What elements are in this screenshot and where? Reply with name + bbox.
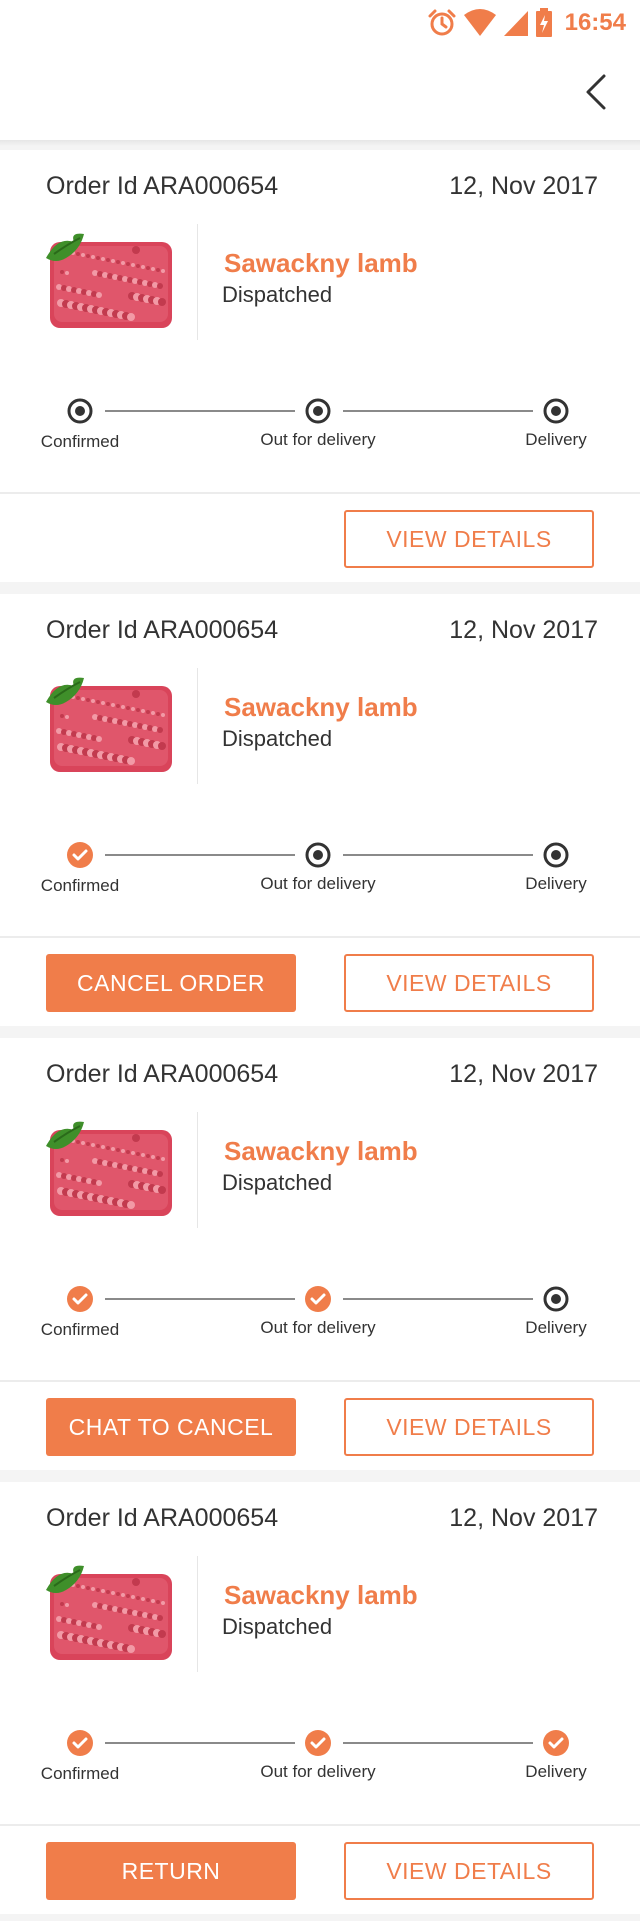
card-divider	[0, 1380, 640, 1382]
step-label: Out for delivery	[260, 1318, 376, 1337]
progress-line	[343, 854, 533, 856]
chat-to-cancel-button[interactable]: CHAT TO CANCEL	[46, 1398, 296, 1456]
step-label: Delivery	[525, 1318, 587, 1337]
product-thumbnail	[44, 672, 178, 778]
app-header	[0, 46, 640, 140]
minced-meat-image	[46, 233, 172, 328]
step-pending-icon	[543, 398, 569, 424]
order-id: Order Id ARA000654	[46, 616, 279, 644]
product-thumbnail	[44, 1116, 178, 1222]
progress-line	[343, 1742, 533, 1744]
minced-meat-image	[46, 677, 172, 772]
card-divider	[0, 1824, 640, 1826]
order-card: Order Id ARA000654 12, Nov 2017 Sawackny l…	[0, 150, 640, 582]
progress-line	[105, 410, 295, 412]
wifi-icon	[463, 9, 496, 36]
alarm-icon	[428, 9, 456, 36]
step-label: Confirmed	[40, 876, 120, 895]
order-date: 12, Nov 2017	[449, 172, 598, 200]
step-complete-icon	[67, 1286, 93, 1312]
progress-line	[105, 1298, 295, 1300]
step-complete-icon	[67, 1730, 93, 1756]
order-date: 12, Nov 2017	[449, 1060, 598, 1088]
order-date: 12, Nov 2017	[449, 616, 598, 644]
step-complete-icon	[305, 1286, 331, 1312]
step-label: Delivery	[525, 874, 587, 893]
product-name[interactable]: Sawackny lamb	[224, 1136, 418, 1167]
step-label: Confirmed	[40, 1320, 120, 1339]
product-thumbnail	[44, 228, 178, 334]
orders-screen: 16:54 Order Id ARA000654 12, Nov 2017 Sawa…	[0, 0, 640, 1921]
minced-meat-image	[46, 1565, 172, 1660]
step-label: Out for delivery	[260, 1762, 376, 1781]
product-status: Dispatched	[222, 282, 333, 307]
step-complete-icon	[67, 842, 93, 868]
step-complete-icon	[543, 1730, 569, 1756]
view-details-button[interactable]: VIEW DETAILS	[344, 1398, 594, 1456]
card-divider	[0, 492, 640, 494]
step-complete-icon	[305, 1730, 331, 1756]
step-pending-icon	[543, 1286, 569, 1312]
order-date: 12, Nov 2017	[449, 1504, 598, 1532]
progress-line	[343, 1298, 533, 1300]
order-id: Order Id ARA000654	[46, 1060, 279, 1088]
progress-line	[105, 1742, 295, 1744]
view-details-button[interactable]: VIEW DETAILS	[344, 1842, 594, 1900]
product-name[interactable]: Sawackny lamb	[224, 248, 418, 279]
step-label: Out for delivery	[260, 874, 376, 893]
order-card: Order Id ARA000654 12, Nov 2017 Sawackny l…	[0, 594, 640, 1026]
step-pending-icon	[305, 842, 331, 868]
vertical-divider	[197, 1556, 198, 1672]
step-pending-icon	[305, 398, 331, 424]
step-pending-icon	[67, 398, 93, 424]
signal-icon	[503, 11, 528, 36]
product-name[interactable]: Sawackny lamb	[224, 1580, 418, 1611]
step-pending-icon	[543, 842, 569, 868]
product-status: Dispatched	[222, 1170, 333, 1195]
product-thumbnail	[44, 1560, 178, 1666]
step-label: Confirmed	[40, 1764, 120, 1783]
status-bar: 16:54	[0, 0, 640, 46]
chevron-left-icon[interactable]	[576, 70, 620, 114]
step-label: Out for delivery	[260, 430, 376, 449]
view-details-button[interactable]: VIEW DETAILS	[344, 954, 594, 1012]
product-name[interactable]: Sawackny lamb	[224, 692, 418, 723]
vertical-divider	[197, 224, 198, 340]
status-time: 16:54	[564, 9, 626, 36]
view-details-button[interactable]: VIEW DETAILS	[344, 510, 594, 568]
progress-line	[343, 410, 533, 412]
minced-meat-image	[46, 1121, 172, 1216]
cancel-order-button[interactable]: CANCEL ORDER	[46, 954, 296, 1012]
order-id: Order Id ARA000654	[46, 172, 279, 200]
vertical-divider	[197, 668, 198, 784]
status-icons: 16:54	[427, 6, 626, 40]
product-status: Dispatched	[222, 726, 333, 751]
order-card: Order Id ARA000654 12, Nov 2017 Sawackny l…	[0, 1038, 640, 1470]
return-button[interactable]: RETURN	[46, 1842, 296, 1900]
product-status: Dispatched	[222, 1614, 333, 1639]
card-divider	[0, 936, 640, 938]
battery-charging-icon	[535, 8, 552, 37]
vertical-divider	[197, 1112, 198, 1228]
order-id: Order Id ARA000654	[46, 1504, 279, 1532]
progress-line	[105, 854, 295, 856]
header-shadow	[0, 140, 640, 146]
step-label: Confirmed	[40, 432, 120, 451]
step-label: Delivery	[525, 1762, 587, 1781]
order-card: Order Id ARA000654 12, Nov 2017 Sawackny l…	[0, 1482, 640, 1914]
step-label: Delivery	[525, 430, 587, 449]
